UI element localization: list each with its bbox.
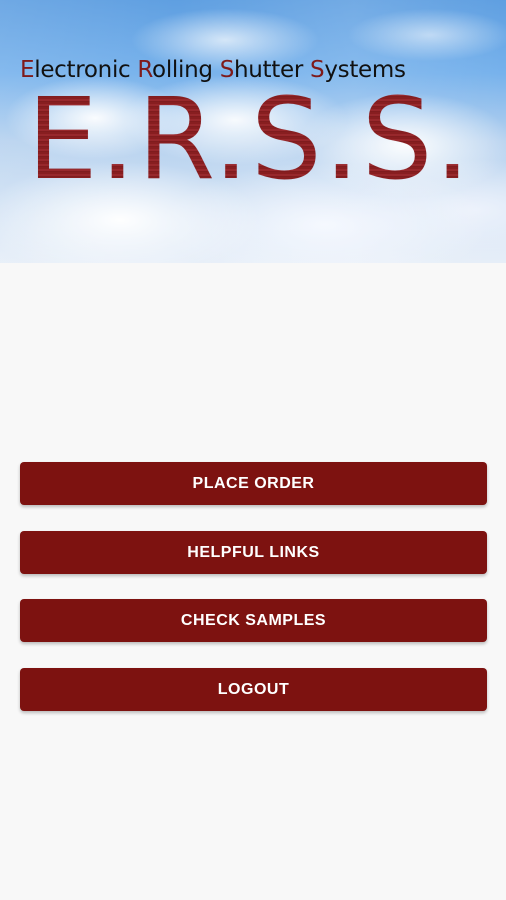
logout-button[interactable]: LOGOUT [20,667,487,711]
logout-button-label: LOGOUT [217,680,290,698]
place-order-button[interactable]: PLACE ORDER [20,462,487,505]
place-order-button-label: PLACE ORDER [192,475,315,492]
header-banner: Electronic Rolling Shutter Systems E.R.S… [0,0,506,263]
check-samples-button-label: CHECK SAMPLES [180,612,327,630]
app-screen: Electronic Rolling Shutter Systems E.R.S… [0,0,506,900]
erss-logo-title: E.R.S.S. [27,82,497,198]
helpful-links-button-label: HELPFUL LINKS [187,543,320,561]
main-menu: PLACE ORDER HELPFUL LINKS CHECK SAMPLES … [20,462,487,711]
check-samples-button[interactable]: CHECK SAMPLES [20,599,487,643]
helpful-links-button[interactable]: HELPFUL LINKS [20,530,487,574]
